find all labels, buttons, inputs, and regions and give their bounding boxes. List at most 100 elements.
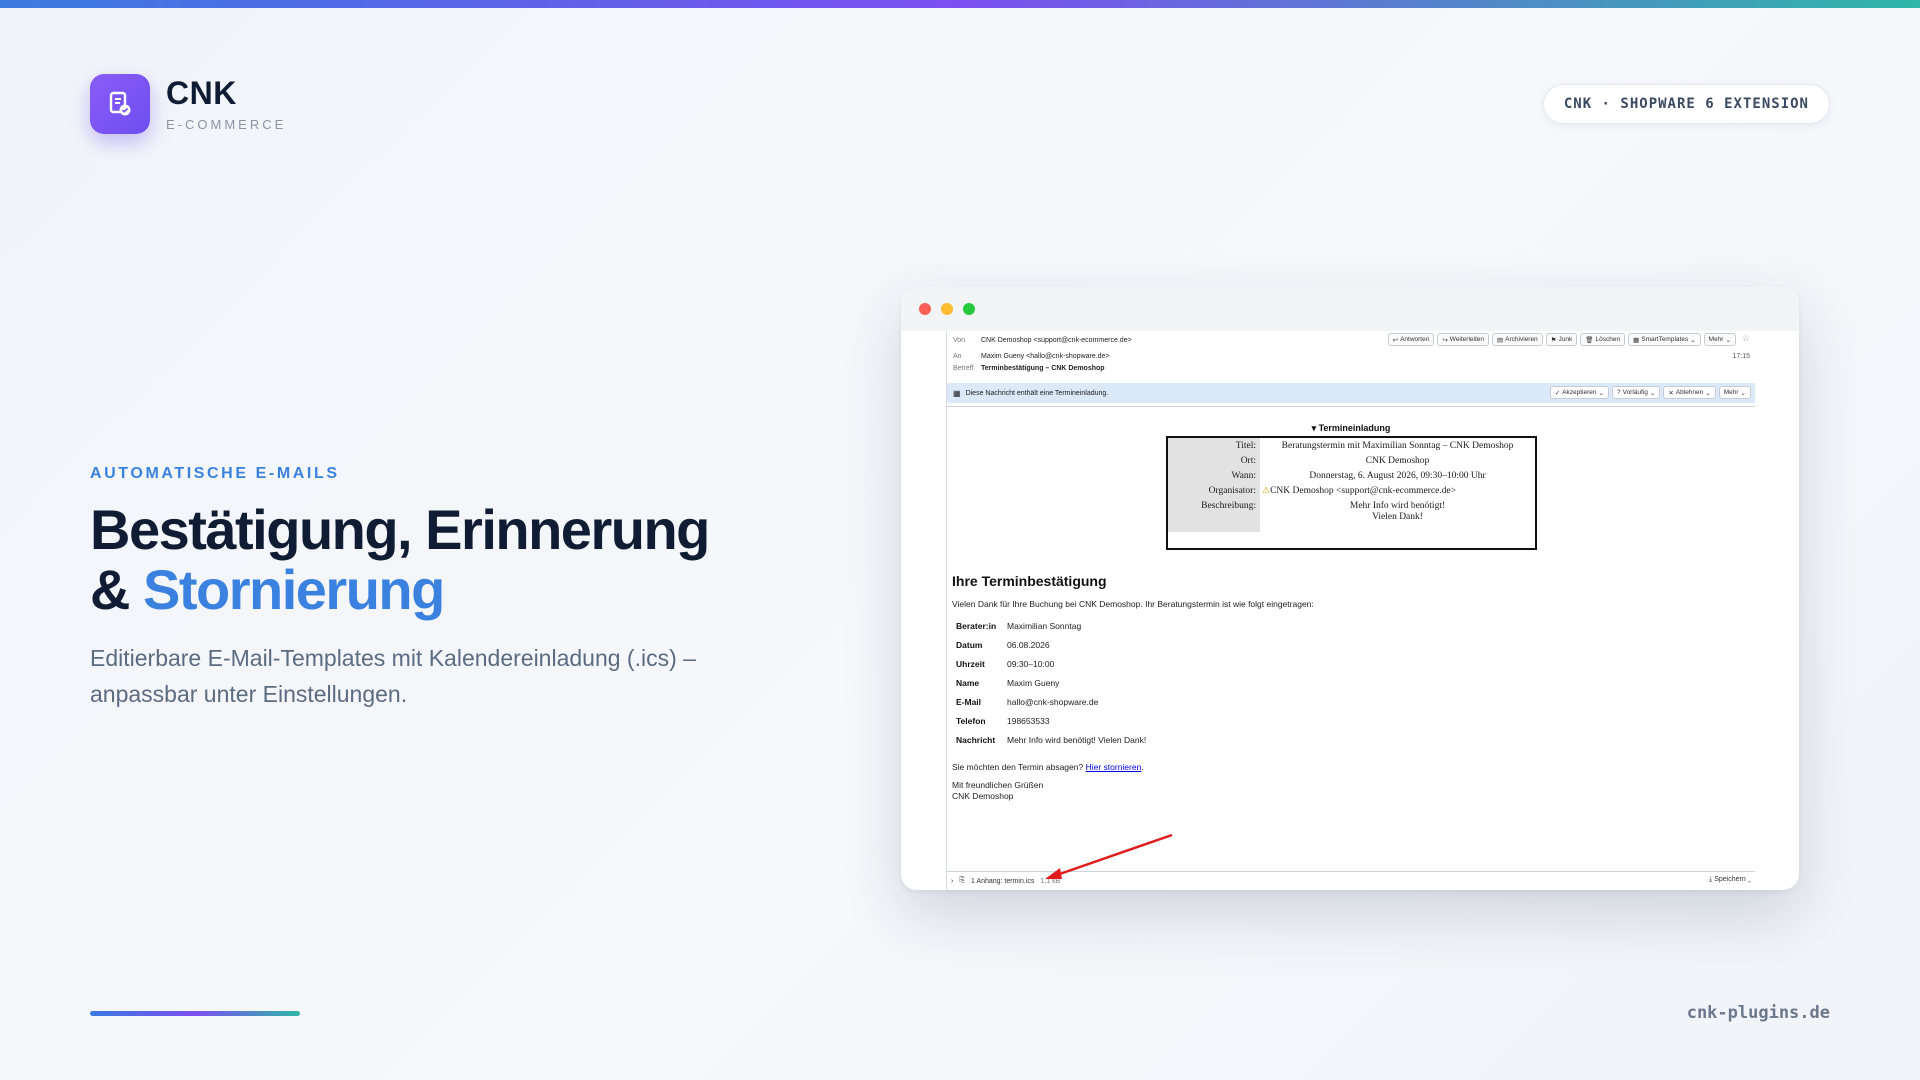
more-button[interactable]: Mehr ⌄: [1703, 333, 1736, 346]
archive-button[interactable]: ▤ Archivieren: [1492, 333, 1543, 346]
decline-label: Ablehnen: [1675, 389, 1704, 396]
detail-label: Uhrzeit: [956, 659, 985, 669]
calendar-row: Organisator: ⚠CNK Demoshop <support@cnk-…: [1168, 483, 1535, 498]
headline-accent: Stornierung: [143, 558, 445, 621]
template-icon: ▦: [1633, 336, 1640, 344]
footer-url[interactable]: cnk-plugins.de: [1687, 1003, 1830, 1023]
maximize-window-dot[interactable]: [963, 303, 975, 315]
detail-value: Mehr Info wird benötigt! Vielen Dank!: [1007, 735, 1147, 745]
headline-line2: & Stornierung: [90, 560, 709, 620]
subject-value: Terminbestätigung – CNK Demoshop: [981, 365, 1105, 372]
chevron-right-icon[interactable]: ›: [951, 878, 953, 885]
chevron-down-icon: ⌄: [1598, 389, 1604, 397]
calendar-value: Beratungstermin mit Maximilian Sonntag –…: [1281, 440, 1514, 451]
invitation-actions: ✓ Akzeptieren ⌄ ? Vorläufig ⌄ ✕ Ablehnen ⌄ Meh…: [1549, 386, 1751, 399]
calendar-row: Beschreibung: Mehr Info wird benötigt! V…: [1168, 498, 1535, 532]
calendar-row: Ort: CNK Demoshop: [1168, 453, 1535, 468]
annotation-arrow-icon: [1045, 833, 1173, 879]
download-icon: ⤓: [1709, 876, 1713, 883]
detail-label: E-Mail: [956, 697, 982, 707]
tentative-button[interactable]: ? Vorläufig ⌄: [1611, 386, 1661, 399]
document-check-icon: [90, 74, 150, 134]
brand-sub: E-COMMERCE: [166, 116, 287, 132]
detail-label: Nachricht: [956, 735, 996, 745]
invitation-notice-text: Diese Nachricht enthält eine Termineinla…: [965, 389, 1109, 397]
cancel-line: Sie möchten den Termin absagen? Hier sto…: [952, 762, 1144, 772]
star-icon[interactable]: ☆: [1742, 333, 1750, 346]
brand-name: CNK: [166, 74, 237, 111]
calendar-value: Donnerstag, 6. August 2026, 09:30–10:00 …: [1309, 470, 1486, 481]
close-window-dot[interactable]: [919, 303, 931, 315]
chevron-down-icon: ⌄: [1690, 336, 1696, 344]
confirmation-heading: Ihre Terminbestätigung: [952, 573, 1107, 589]
accept-label: Akzeptieren: [1562, 389, 1597, 396]
to-value[interactable]: Maxim Gueny <hallo@cnk-shopware.de>: [981, 353, 1110, 360]
mail-toolbar: ↩ Antworten ↪ Weiterleiten ▤ Archivieren ⚑ J…: [1387, 333, 1750, 346]
cancel-link[interactable]: Hier stornieren: [1086, 762, 1142, 772]
detail-value: 09:30–10:00: [1007, 659, 1055, 669]
forward-button[interactable]: ↪ Weiterleiten: [1437, 333, 1489, 346]
save-attachment-button[interactable]: ⤓ Speichern ⌄: [1709, 876, 1751, 884]
forward-icon: ↪: [1442, 336, 1448, 344]
header-from: Von CNK Demoshop <support@cnk-ecommerce.…: [953, 337, 1132, 344]
trash-icon: 🗑: [1585, 336, 1594, 344]
archive-label: Archivieren: [1505, 336, 1538, 343]
smarttemplates-label: SmartTemplates: [1641, 336, 1689, 343]
mail-view: Von CNK Demoshop <support@cnk-ecommerce.…: [946, 331, 1755, 890]
booking-details: Berater:in Maximilian Sonntag Datum 06.08.…: [956, 621, 1146, 754]
detail-row: Nachricht Mehr Info wird benötigt! Vielen…: [956, 735, 1146, 754]
detail-label: Telefon: [956, 716, 986, 726]
chevron-down-icon: ⌄: [1705, 389, 1711, 397]
calendar-label: Ort:: [1168, 453, 1260, 468]
description-line: Mehr Info wird benötigt!: [1349, 501, 1446, 511]
calendar-label: Organisator:: [1168, 483, 1260, 498]
detail-label: Datum: [956, 640, 983, 650]
calendar-invite-box: Titel: Beratungstermin mit Maximilian So…: [1166, 436, 1537, 550]
calendar-toggle[interactable]: ▾ Termineinladung: [947, 423, 1755, 434]
accept-button[interactable]: ✓ Akzeptieren ⌄: [1549, 386, 1609, 399]
detail-value: 06.08.2026: [1007, 640, 1050, 650]
calendar-icon: ▦: [953, 388, 961, 398]
detail-label: Berater:in: [956, 621, 997, 631]
detail-row: Berater:in Maximilian Sonntag: [956, 621, 1146, 640]
cancel-end: .: [1141, 762, 1144, 772]
calendar-row: Wann: Donnerstag, 6. August 2026, 09:30–…: [1168, 468, 1535, 483]
detail-value: Maximilian Sonntag: [1007, 621, 1082, 631]
subtext: Editierbare E-Mail-Templates mit Kalende…: [90, 645, 696, 707]
confirmation-intro: Vielen Dank für Ihre Buchung bei CNK Dem…: [952, 599, 1314, 609]
decline-button[interactable]: ✕ Ablehnen ⌄: [1663, 386, 1716, 399]
subject-label: Betreff: [953, 365, 974, 372]
header-to: An Maxim Gueny <hallo@cnk-shopware.de>: [953, 353, 1110, 360]
extension-badge: CNK · SHOPWARE 6 EXTENSION: [1542, 84, 1830, 124]
delete-button[interactable]: 🗑 Löschen: [1580, 333, 1626, 346]
smarttemplates-button[interactable]: ▦ SmartTemplates ⌄: [1628, 333, 1701, 346]
cancel-text: Sie möchten den Termin absagen?: [952, 762, 1086, 772]
forward-label: Weiterleiten: [1449, 336, 1484, 343]
reply-button[interactable]: ↩ Antworten: [1387, 333, 1435, 346]
brand: CNK E-COMMERCE: [90, 74, 286, 134]
junk-button[interactable]: ⚑ Junk: [1545, 333, 1578, 346]
to-label: An: [953, 353, 962, 360]
junk-icon: ⚑: [1550, 336, 1557, 344]
save-label: Speichern: [1714, 876, 1746, 883]
detail-row: E-Mail hallo@cnk-shopware.de: [956, 697, 1146, 716]
chevron-down-icon: ⌄: [1740, 389, 1746, 397]
junk-label: Junk: [1558, 336, 1573, 343]
mail-window: Von CNK Demoshop <support@cnk-ecommerce.…: [901, 287, 1799, 890]
minimize-window-dot[interactable]: [941, 303, 953, 315]
eyebrow: AUTOMATISCHE E-MAILS: [90, 465, 340, 482]
from-value[interactable]: CNK Demoshop <support@cnk-ecommerce.de>: [981, 337, 1132, 344]
header-subject: Betreff Terminbestätigung – CNK Demoshop: [953, 365, 1105, 372]
attachment-name[interactable]: 1 Anhang: termin.ics: [971, 878, 1034, 885]
more-label: Mehr: [1708, 336, 1724, 343]
detail-value: 198653533: [1007, 716, 1050, 726]
detail-value: hallo@cnk-shopware.de: [1007, 697, 1099, 707]
invite-more-button[interactable]: Mehr ⌄: [1718, 386, 1751, 399]
x-icon: ✕: [1668, 389, 1674, 397]
calendar-label: Beschreibung:: [1168, 498, 1260, 532]
detail-row: Telefon 198653533: [956, 716, 1146, 735]
detail-row: Name Maxim Gueny: [956, 678, 1146, 697]
question-icon: ?: [1616, 389, 1621, 396]
check-icon: ✓: [1554, 389, 1561, 397]
top-gradient-bar: [0, 0, 1920, 8]
